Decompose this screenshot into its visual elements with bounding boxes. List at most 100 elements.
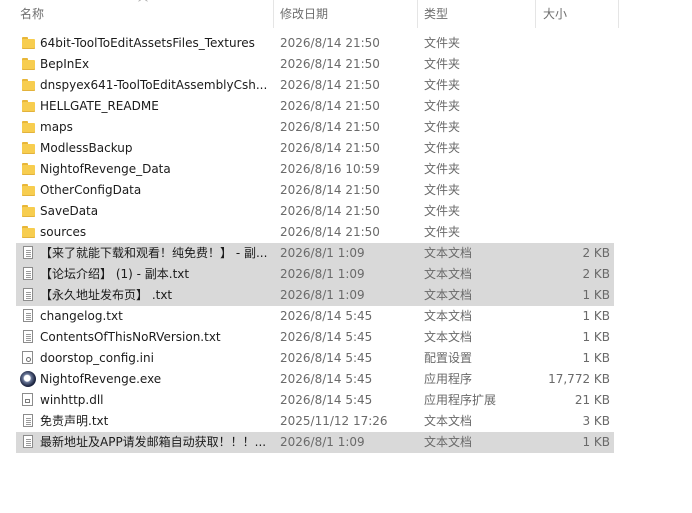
file-size: 3 KB xyxy=(582,414,610,428)
file-row[interactable]: doorstop_config.ini 2026/8/14 5:45 配置设置 1 K… xyxy=(0,348,692,369)
folder-icon xyxy=(21,204,36,219)
column-header-size[interactable]: 大小 xyxy=(543,0,617,28)
file-date: 2026/8/1 1:09 xyxy=(280,246,365,260)
file-size: 1 KB xyxy=(582,309,610,323)
file-row[interactable]: HELLGATE_README 2026/8/14 21:50 文件夹 xyxy=(0,96,692,117)
column-header-date[interactable]: 修改日期 xyxy=(280,0,416,28)
folder-icon xyxy=(21,141,36,156)
file-type: 文件夹 xyxy=(424,120,461,134)
file-row[interactable]: BepInEx 2026/8/14 21:50 文件夹 xyxy=(0,54,692,75)
file-row[interactable]: 【永久地址发布页】 .txt 2026/8/1 1:09 文本文档 1 KB xyxy=(0,285,692,306)
dll-file-icon xyxy=(22,393,33,406)
file-type: 文本文档 xyxy=(424,246,473,260)
file-name: 【来了就能下载和观看！纯免费！】 - 副... xyxy=(40,246,268,260)
file-row[interactable]: NightofRevenge.exe 2026/8/14 5:45 应用程序 17,7… xyxy=(0,369,692,390)
file-row[interactable]: sources 2026/8/14 21:50 文件夹 xyxy=(0,222,692,243)
file-date: 2026/8/14 21:50 xyxy=(280,183,380,197)
file-name: NightofRevenge_Data xyxy=(40,162,171,176)
file-row[interactable]: 免责声明.txt 2025/11/12 17:26 文本文档 3 KB xyxy=(0,411,692,432)
file-row[interactable]: 64bit-ToolToEditAssetsFiles_Textures 2026… xyxy=(0,33,692,54)
file-type: 应用程序扩展 xyxy=(424,393,497,407)
folder-icon xyxy=(21,120,36,135)
file-type: 文本文档 xyxy=(424,435,473,449)
text-file-icon xyxy=(23,246,33,259)
file-row[interactable]: maps 2026/8/14 21:50 文件夹 xyxy=(0,117,692,138)
file-date: 2026/8/16 10:59 xyxy=(280,162,380,176)
file-type: 文本文档 xyxy=(424,288,473,302)
file-size xyxy=(534,96,610,117)
file-name: winhttp.dll xyxy=(40,393,104,407)
column-header-type[interactable]: 类型 xyxy=(424,0,534,28)
file-size: 1 KB xyxy=(582,288,610,302)
file-row[interactable]: OtherConfigData 2026/8/14 21:50 文件夹 xyxy=(0,180,692,201)
file-date: 2026/8/1 1:09 xyxy=(280,267,365,281)
file-name: dnspyex641-ToolToEditAssemblyCsh... xyxy=(40,78,268,92)
file-type: 应用程序 xyxy=(424,372,473,386)
column-divider[interactable] xyxy=(417,0,418,28)
file-date: 2026/8/1 1:09 xyxy=(280,288,365,302)
file-size: 1 KB xyxy=(582,330,610,344)
file-size: 2 KB xyxy=(582,267,610,281)
file-row[interactable]: 【论坛介绍】 (1) - 副本.txt 2026/8/1 1:09 文本文档 2 KB xyxy=(0,264,692,285)
file-row[interactable]: dnspyex641-ToolToEditAssemblyCsh... 2026/… xyxy=(0,75,692,96)
column-header-bar: 名称 ︿ 修改日期 类型 大小 xyxy=(0,0,692,28)
file-date: 2026/8/14 21:50 xyxy=(280,120,380,134)
file-row[interactable]: changelog.txt 2026/8/14 5:45 文本文档 1 KB xyxy=(0,306,692,327)
file-size xyxy=(534,201,610,222)
file-type: 配置设置 xyxy=(424,351,473,365)
file-name: 【永久地址发布页】 .txt xyxy=(40,288,173,302)
file-size: 17,772 KB xyxy=(548,372,610,386)
file-name: BepInEx xyxy=(40,57,90,71)
column-divider[interactable] xyxy=(535,0,536,28)
folder-icon xyxy=(21,36,36,51)
column-divider[interactable] xyxy=(618,0,619,28)
file-row[interactable]: ContentsOfThisNoRVersion.txt 2026/8/14 5:… xyxy=(0,327,692,348)
file-row[interactable]: 最新地址及APP请发邮箱自动获取！！！... 2026/8/1 1:09 文本文档 1… xyxy=(0,432,692,453)
file-type: 文件夹 xyxy=(424,204,461,218)
text-file-icon xyxy=(23,309,33,322)
folder-icon xyxy=(21,162,36,177)
file-type: 文件夹 xyxy=(424,78,461,92)
file-type: 文件夹 xyxy=(424,225,461,239)
file-date: 2026/8/14 21:50 xyxy=(280,204,380,218)
file-name: ModlessBackup xyxy=(40,141,133,155)
file-size xyxy=(534,222,610,243)
file-size xyxy=(534,75,610,96)
file-name: doorstop_config.ini xyxy=(40,351,154,365)
file-type: 文件夹 xyxy=(424,99,461,113)
file-type: 文本文档 xyxy=(424,330,473,344)
file-date: 2026/8/14 21:50 xyxy=(280,99,380,113)
file-name: ContentsOfThisNoRVersion.txt xyxy=(40,330,221,344)
file-date: 2026/8/14 5:45 xyxy=(280,330,373,344)
file-row[interactable]: NightofRevenge_Data 2026/8/16 10:59 文件夹 xyxy=(0,159,692,180)
text-file-icon xyxy=(23,435,33,448)
file-type: 文件夹 xyxy=(424,36,461,50)
file-name: 最新地址及APP请发邮箱自动获取！！！... xyxy=(40,435,267,449)
file-row[interactable]: SaveData 2026/8/14 21:50 文件夹 xyxy=(0,201,692,222)
config-file-icon xyxy=(22,351,33,364)
file-row[interactable]: 【来了就能下载和观看！纯免费！】 - 副... 2026/8/1 1:09 文本文档… xyxy=(0,243,692,264)
file-date: 2026/8/1 1:09 xyxy=(280,435,365,449)
column-header-name[interactable]: 名称 xyxy=(20,0,272,28)
file-size xyxy=(534,138,610,159)
column-divider[interactable] xyxy=(273,0,274,28)
file-name: NightofRevenge.exe xyxy=(40,372,162,386)
file-size xyxy=(534,117,610,138)
text-file-icon xyxy=(23,267,33,280)
text-file-icon xyxy=(23,330,33,343)
file-date: 2026/8/14 5:45 xyxy=(280,351,373,365)
file-name: changelog.txt xyxy=(40,309,123,323)
file-date: 2026/8/14 5:45 xyxy=(280,372,373,386)
text-file-icon xyxy=(23,288,33,301)
file-name: SaveData xyxy=(40,204,99,218)
file-name: maps xyxy=(40,120,73,134)
file-size: 1 KB xyxy=(582,435,610,449)
file-type: 文本文档 xyxy=(424,309,473,323)
app-icon xyxy=(20,371,36,387)
folder-icon xyxy=(21,183,36,198)
file-type: 文本文档 xyxy=(424,414,473,428)
file-size xyxy=(534,180,610,201)
file-type: 文本文档 xyxy=(424,267,473,281)
file-row[interactable]: ModlessBackup 2026/8/14 21:50 文件夹 xyxy=(0,138,692,159)
file-row[interactable]: winhttp.dll 2026/8/14 5:45 应用程序扩展 21 KB xyxy=(0,390,692,411)
